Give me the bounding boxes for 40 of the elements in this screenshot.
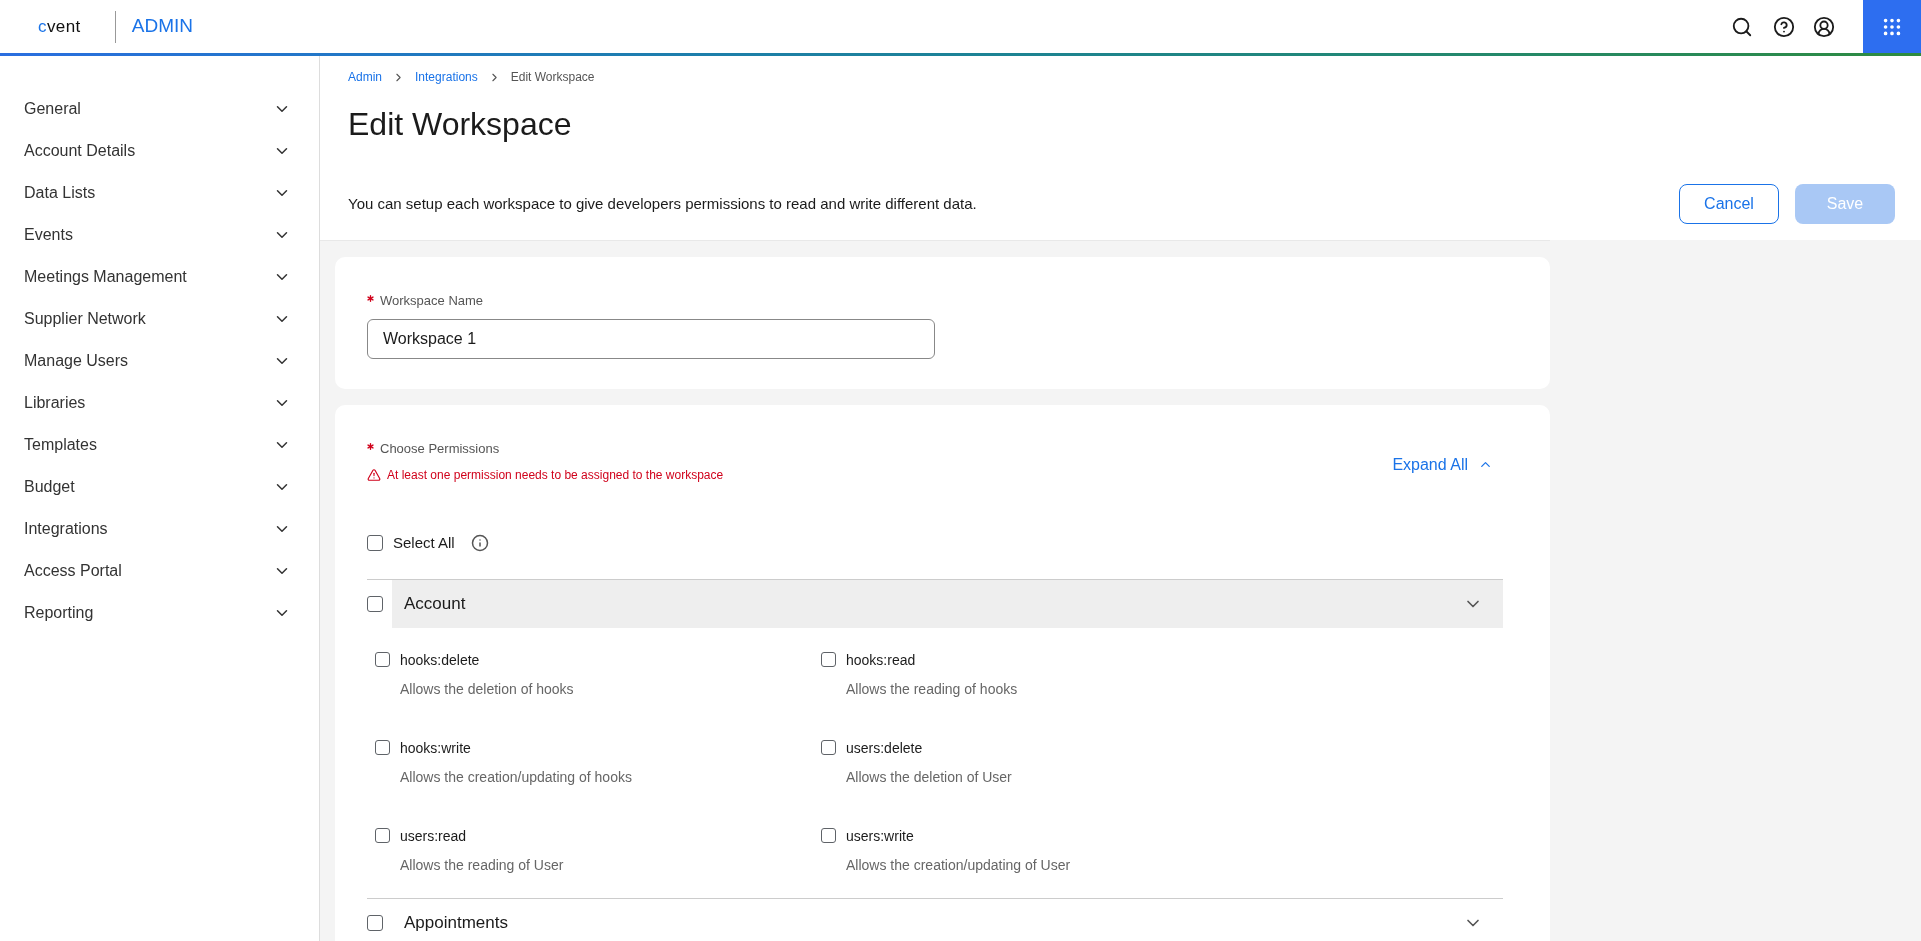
- sidebar-item[interactable]: Integrations: [0, 508, 319, 550]
- page-title: Edit Workspace: [348, 105, 573, 144]
- logo: cvent: [38, 15, 81, 38]
- permission-description: Allows the deletion of hooks: [400, 679, 574, 699]
- sidebar-item[interactable]: Meetings Management: [0, 256, 319, 298]
- error-message: At least one permission needs to be assigned to the workspace: [387, 467, 724, 484]
- sidebar-item[interactable]: General: [0, 88, 319, 130]
- expand-all-button[interactable]: Expand All: [1392, 452, 1493, 477]
- page-description: You can setup each workspace to give developers permissions to read and write different data.: [348, 193, 977, 214]
- breadcrumb-current: Edit Workspace: [510, 69, 595, 86]
- select-all-label[interactable]: Select All: [393, 532, 455, 555]
- breadcrumb-link[interactable]: Integrations: [415, 68, 478, 86]
- sidebar-item[interactable]: Budget: [0, 466, 319, 508]
- permission-group-header[interactable]: Account: [392, 579, 1503, 628]
- permission-name: hooks:read: [846, 650, 917, 670]
- sidebar-item[interactable]: Templates: [0, 424, 319, 466]
- app-name: ADMIN: [131, 14, 193, 39]
- permission-description: Allows the deletion of User: [846, 767, 1012, 787]
- permission-name: hooks:delete: [400, 650, 481, 670]
- permission-description: Allows the reading of hooks: [846, 679, 1018, 699]
- sidebar-item[interactable]: Account Details: [0, 130, 319, 172]
- sidebar-item[interactable]: Reporting: [0, 592, 319, 634]
- permission-name: users:read: [400, 826, 468, 846]
- sidebar-item[interactable]: Manage Users: [0, 340, 319, 382]
- permission-name: users:delete: [846, 738, 924, 758]
- workspace-name-field[interactable]: Workspace 1: [367, 318, 935, 359]
- breadcrumb-link[interactable]: Admin: [348, 68, 382, 86]
- permission-description: Allows the creation/updating of User: [846, 855, 1071, 875]
- sidebar-item[interactable]: Supplier Network: [0, 298, 319, 340]
- permission-name: users:write: [846, 826, 915, 846]
- permission-description: Allows the reading of User: [400, 855, 564, 875]
- sidebar-item[interactable]: Data Lists: [0, 172, 319, 214]
- permission-description: Allows the creation/updating of hooks: [400, 767, 632, 787]
- sidebar-item[interactable]: Access Portal: [0, 550, 319, 592]
- field-label: Workspace Name: [380, 292, 484, 310]
- cancel-button[interactable]: Cancel: [1679, 184, 1779, 224]
- sidebar-item[interactable]: Libraries: [0, 382, 319, 424]
- field-label: Choose Permissions: [380, 439, 500, 458]
- sidebar-item[interactable]: Events: [0, 214, 319, 256]
- permission-name: hooks:write: [400, 738, 472, 758]
